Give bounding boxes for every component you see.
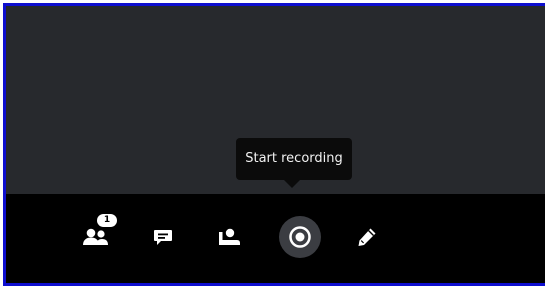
record-button[interactable]: [279, 216, 321, 258]
raise-hand-icon: [216, 226, 242, 248]
whiteboard-button[interactable]: [345, 215, 389, 259]
participants-count-badge: 1: [97, 214, 117, 227]
chat-icon: [152, 226, 174, 248]
tooltip-arrow: [284, 180, 300, 188]
record-tooltip: Start recording: [236, 138, 352, 180]
pencil-icon: [355, 225, 379, 249]
participants-icon: [81, 225, 111, 249]
raise-hand-button[interactable]: [207, 215, 251, 259]
record-icon: [288, 225, 312, 249]
chat-button[interactable]: [141, 215, 185, 259]
